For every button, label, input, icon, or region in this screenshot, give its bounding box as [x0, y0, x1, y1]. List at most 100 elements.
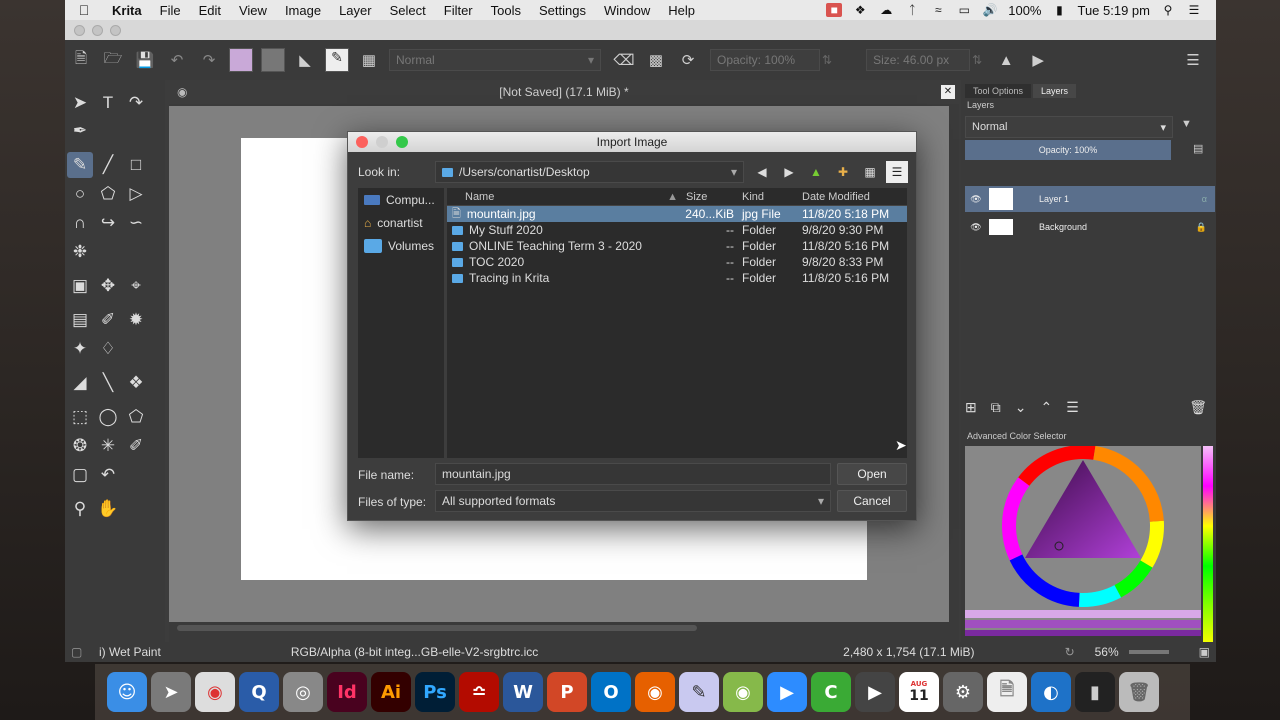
multibrush-tool-icon[interactable]: ❉	[67, 239, 93, 265]
layer-properties-list-icon[interactable]: ☰	[1066, 399, 1079, 416]
window-close-button[interactable]	[74, 24, 85, 36]
pan-tool-icon[interactable]: ✋	[95, 496, 121, 522]
powerpoint-icon[interactable]: P	[547, 672, 587, 712]
blend-mode-select[interactable]: Normal ▾	[389, 49, 601, 71]
menu-clock[interactable]: Tue 5:19 pm	[1077, 3, 1150, 18]
indesign-icon[interactable]: Id	[327, 672, 367, 712]
trash-icon[interactable]: 🗑	[1119, 672, 1159, 712]
magnetic-selection-tool-icon[interactable]: ↶	[95, 462, 121, 488]
notification-center-icon[interactable]: ☰	[1186, 3, 1202, 17]
file-row[interactable]: TOC 2020 -- Folder 9/8/20 8:33 PM	[447, 254, 907, 270]
similar-color-selection-tool-icon[interactable]: ✐	[123, 433, 149, 459]
column-name[interactable]: Name ▲	[447, 191, 682, 203]
layer-opacity-slider[interactable]: Opacity: 100%	[965, 140, 1171, 160]
open-document-icon[interactable]: 🗁	[100, 47, 126, 73]
fullscreen-icon[interactable]: ▣	[1199, 645, 1210, 659]
krita-icon[interactable]: ✎	[679, 672, 719, 712]
menu-layer[interactable]: Layer	[330, 3, 381, 18]
pattern-swatch[interactable]	[261, 48, 285, 72]
globe-icon[interactable]: ◐	[1031, 672, 1071, 712]
gradient-tool-icon[interactable]: ▤	[67, 307, 93, 333]
illustrator-icon[interactable]: Ai	[371, 672, 411, 712]
select-shapes-tool-icon[interactable]: ➤	[67, 90, 93, 116]
polygonal-selection-tool-icon[interactable]: ⬠	[123, 404, 149, 430]
open-button[interactable]: Open	[837, 463, 907, 485]
file-row[interactable]: Tracing in Krita -- Folder 11/8/20 5:16 PM	[447, 270, 907, 286]
preserve-alpha-icon[interactable]: ▩	[643, 47, 669, 73]
menu-settings[interactable]: Settings	[530, 3, 595, 18]
ellipse-tool-icon[interactable]: ○	[67, 181, 93, 207]
brush-preset-icon[interactable]: ▢	[71, 645, 89, 659]
forward-icon[interactable]: ▶	[778, 161, 800, 183]
calendar-icon[interactable]: AUG 11	[899, 672, 939, 712]
undo-icon[interactable]: ↶	[164, 47, 190, 73]
line-tool-icon[interactable]: ╱	[95, 152, 121, 178]
android-icon[interactable]: ◉	[723, 672, 763, 712]
elliptical-selection-tool-icon[interactable]: ◯	[95, 404, 121, 430]
menu-window[interactable]: Window	[595, 3, 659, 18]
menu-edit[interactable]: Edit	[190, 3, 230, 18]
file-row[interactable]: My Stuff 2020 -- Folder 9/8/20 9:30 PM	[447, 222, 907, 238]
move-layer-down-icon[interactable]: ⌄	[1015, 399, 1027, 416]
reference-images-tool-icon[interactable]: ❖	[123, 370, 149, 396]
zoom-slider[interactable]	[1128, 650, 1169, 654]
freehand-path-tool-icon[interactable]: ↪	[95, 210, 121, 236]
fill-tool-icon[interactable]: ♢	[95, 336, 121, 362]
menu-select[interactable]: Select	[381, 3, 435, 18]
look-in-select[interactable]: /Users/conartist/Desktop ▾	[435, 161, 744, 183]
layer-row[interactable]: 👁 Layer 1 α	[965, 186, 1215, 212]
mirror-horizontal-icon[interactable]: ▲	[993, 47, 1019, 73]
contiguous-selection-tool-icon[interactable]: ✳	[95, 433, 121, 459]
parent-folder-icon[interactable]: ▲	[805, 161, 827, 183]
apple-icon[interactable]: 	[65, 2, 103, 18]
airplay-icon[interactable]: ▭	[956, 3, 972, 17]
delete-layer-icon[interactable]: 🗑	[1189, 399, 1207, 416]
layer-blend-mode-select[interactable]: Normal ▾	[965, 116, 1173, 138]
layer-name[interactable]: Background	[1039, 222, 1087, 232]
battery-icon[interactable]: ▮	[1051, 3, 1067, 17]
menu-tools[interactable]: Tools	[482, 3, 530, 18]
elgato-icon[interactable]: ▶	[855, 672, 895, 712]
window-zoom-button[interactable]	[110, 24, 121, 36]
bluetooth-icon[interactable]: ᛏ	[904, 3, 920, 17]
layer-filter-icon[interactable]: ▼	[1181, 118, 1192, 130]
bezier-tool-icon[interactable]: ∩	[67, 210, 93, 236]
gradient-swatch[interactable]	[229, 48, 253, 72]
alpha-lock-icon[interactable]: α	[1202, 194, 1207, 204]
terminal-icon[interactable]: ▮	[1075, 672, 1115, 712]
polyline-tool-icon[interactable]: ▷	[123, 181, 149, 207]
move-tool-icon[interactable]: ✥	[95, 273, 121, 299]
column-kind[interactable]: Kind	[737, 191, 797, 203]
dialog-minimize-button[interactable]	[376, 136, 388, 148]
eye-icon[interactable]: 👁	[965, 222, 987, 233]
list-view-icon[interactable]: ▦	[859, 161, 881, 183]
duplicate-layer-icon[interactable]: ⧉	[991, 399, 1001, 416]
files-of-type-select[interactable]: All supported formats ▾	[435, 490, 831, 512]
file-row[interactable]: 🗎 mountain.jpg 240...KiB jpg File 11/8/20 5:…	[447, 206, 907, 222]
text-tool-icon[interactable]: T	[95, 90, 121, 116]
detail-view-icon[interactable]: ☰	[886, 161, 908, 183]
color-picker-tool-icon[interactable]: ✐	[95, 307, 121, 333]
rectangle-tool-icon[interactable]: □	[123, 152, 149, 178]
freehand-selection-tool-icon[interactable]: ❂	[67, 433, 93, 459]
add-layer-icon[interactable]: ⊞	[965, 399, 977, 416]
outlook-icon[interactable]: O	[591, 672, 631, 712]
cancel-button[interactable]: Cancel	[837, 490, 907, 512]
color-selector-panel[interactable]	[965, 445, 1201, 636]
size-spin-icon[interactable]: ⇅	[972, 53, 982, 67]
mirror-vertical-icon[interactable]: ▶	[1025, 47, 1051, 73]
creative-cloud-icon[interactable]: ☁	[878, 3, 894, 17]
measure-tool-icon[interactable]: ╲	[95, 370, 121, 396]
menu-app-name[interactable]: Krita	[103, 3, 151, 18]
tab-layers[interactable]: Layers	[1033, 84, 1077, 98]
eraser-mode-icon[interactable]: ⌫	[611, 47, 637, 73]
chrome-icon[interactable]: ◉	[195, 672, 235, 712]
canvas-vertical-scrollbar[interactable]	[951, 106, 959, 626]
smart-patch-tool-icon[interactable]: ✹	[123, 307, 149, 333]
opacity-spin-icon[interactable]: ⇅	[822, 53, 832, 67]
wifi-icon[interactable]: ≈	[930, 3, 946, 17]
rotate-canvas-icon[interactable]: ↻	[1065, 645, 1075, 659]
crop-tool-icon[interactable]: ⌖	[123, 273, 149, 299]
colorize-mask-tool-icon[interactable]: ✦	[67, 336, 93, 362]
layer-properties-icon[interactable]: ▤	[1193, 142, 1203, 155]
